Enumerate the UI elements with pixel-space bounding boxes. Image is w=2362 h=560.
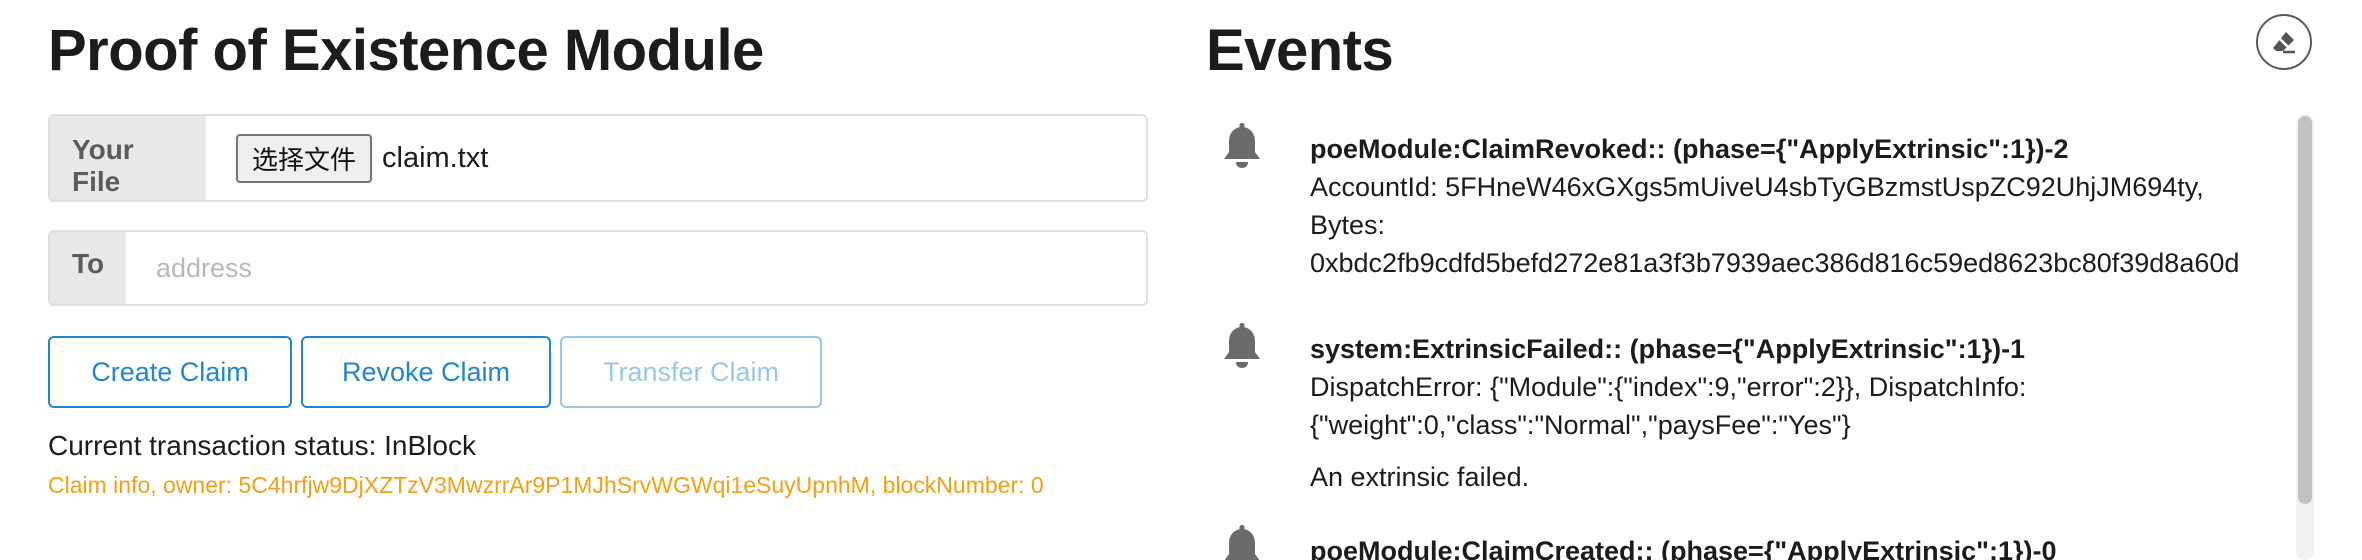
bell-icon — [1224, 123, 1260, 168]
file-input-group: Your File 选择文件 claim.txt — [48, 114, 1148, 202]
bell-icon — [1224, 323, 1260, 368]
clear-events-button[interactable] — [2256, 14, 2312, 70]
page: Proof of Existence Module Your File 选择文件… — [0, 0, 2362, 560]
create-claim-button[interactable]: Create Claim — [48, 336, 292, 408]
choose-file-button[interactable]: 选择文件 — [236, 133, 373, 183]
file-label: Your File — [50, 116, 206, 200]
file-name: claim.txt — [382, 141, 489, 174]
transaction-status: Current transaction status: InBlock — [48, 430, 476, 461]
bell-icon — [1224, 525, 1260, 560]
event-text: poeModule:ClaimRevoked:: (phase={"ApplyE… — [1310, 130, 2239, 282]
event-line: {"weight":0,"class":"Normal","paysFee":"… — [1310, 410, 1851, 440]
address-input[interactable] — [126, 232, 1146, 304]
event-line: DispatchError: {"Module":{"index":9,"err… — [1310, 372, 2027, 402]
event-line: Bytes: — [1310, 210, 1386, 240]
event-line: AccountId: 5FHneW46xGXgs5mUiveU4sbTyGBzm… — [1310, 172, 2204, 202]
events-feed[interactable]: poeModule:ClaimRevoked:: (phase={"ApplyE… — [1206, 114, 2300, 560]
eraser-icon — [2273, 32, 2295, 54]
page-title: Proof of Existence Module — [48, 18, 764, 83]
event-header: system:ExtrinsicFailed:: (phase={"ApplyE… — [1310, 334, 2026, 364]
event-header: poeModule:ClaimRevoked:: (phase={"ApplyE… — [1310, 134, 2069, 164]
event-text: system:ExtrinsicFailed:: (phase={"ApplyE… — [1310, 330, 2026, 496]
event-line: 0xbdc2fb9cdfd5befd272e81a3f3b7939aec386d… — [1310, 248, 2240, 278]
events-scrollbar[interactable] — [2296, 114, 2314, 560]
to-label: To — [50, 232, 126, 304]
to-input-group: To — [48, 230, 1148, 306]
event-header: poeModule:ClaimCreated:: (phase={"ApplyE… — [1310, 536, 2057, 560]
event-description: An extrinsic failed. — [1310, 462, 1530, 492]
scrollbar-thumb[interactable] — [2298, 116, 2312, 504]
file-chooser: 选择文件 claim.txt — [206, 116, 488, 200]
revoke-claim-button[interactable]: Revoke Claim — [301, 336, 551, 408]
event-text: poeModule:ClaimCreated:: (phase={"ApplyE… — [1310, 532, 2057, 560]
claim-info: Claim info, owner: 5C4hrfjw9DjXZTzV3Mwzr… — [48, 472, 1044, 498]
events-title: Events — [1206, 18, 1394, 83]
transfer-claim-button[interactable]: Transfer Claim — [560, 336, 822, 408]
